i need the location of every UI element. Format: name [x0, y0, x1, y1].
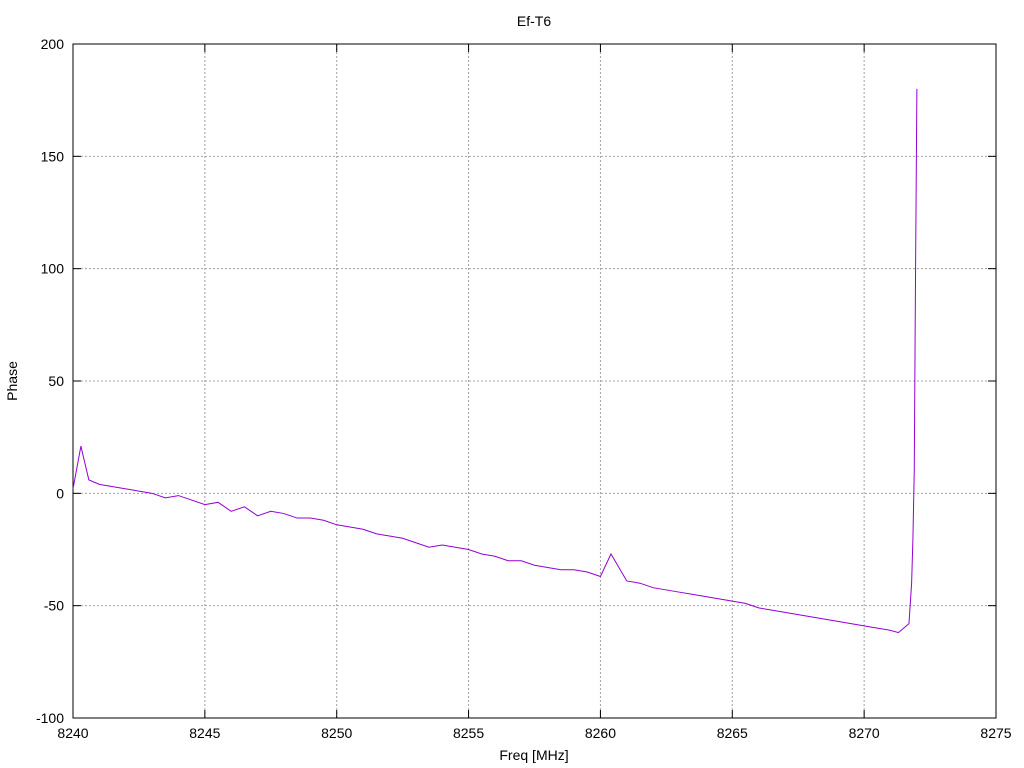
y-tick-label: 0 [56, 485, 64, 501]
y-axis-label: Phase [4, 361, 20, 401]
y-tick-label: -50 [44, 598, 64, 614]
y-tick-label: -100 [36, 710, 64, 726]
y-tick-label: 150 [41, 148, 65, 164]
grid-lines [73, 44, 996, 718]
x-tick-label: 8270 [849, 725, 880, 741]
x-tick-label: 8255 [453, 725, 484, 741]
x-tick-label: 8260 [585, 725, 616, 741]
series-line [72, 88, 918, 634]
chart-title: Ef-T6 [517, 13, 551, 29]
y-tick-label: 50 [48, 373, 64, 389]
x-tick-label: 8250 [321, 725, 352, 741]
x-tick-label: 8275 [980, 725, 1011, 741]
y-tick-label: 100 [41, 261, 65, 277]
y-tick-label: 200 [41, 36, 65, 52]
x-tick-label: 8245 [189, 725, 220, 741]
x-tick-label: 8265 [717, 725, 748, 741]
phase-chart: 8240 8245 8250 8255 8260 8265 8270 8275 -100 -50 0… [4, 13, 1012, 763]
x-axis-label: Freq [MHz] [499, 747, 568, 763]
x-tick-label: 8240 [57, 725, 88, 741]
tick-labels: 8240 8245 8250 8255 8260 8265 8270 8275 -100 -50 0… [36, 36, 1012, 741]
